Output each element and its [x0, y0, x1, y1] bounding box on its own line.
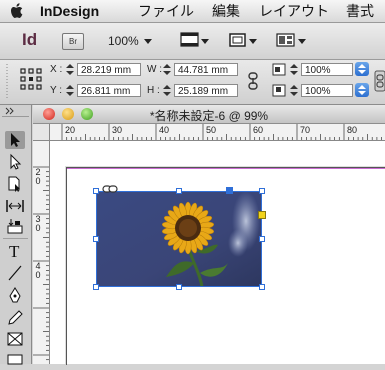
- y-position-field[interactable]: 26.811 mm: [77, 84, 141, 97]
- scale-x-dropdown-icon[interactable]: [355, 62, 369, 76]
- menu-layout[interactable]: レイアウト: [259, 2, 329, 20]
- handle-bottom-right[interactable]: [259, 284, 265, 290]
- ruler-origin[interactable]: [33, 124, 50, 141]
- indesign-logo: Id: [22, 30, 38, 49]
- screen-mode-icon[interactable]: [228, 31, 248, 49]
- handle-bottom-left[interactable]: [93, 284, 99, 290]
- direct-selection-tool-icon[interactable]: [5, 153, 25, 171]
- horizontal-ruler[interactable]: 20 30 40 50 60 70 80: [50, 124, 385, 141]
- scale-y-icon: [272, 84, 286, 97]
- control-panel: X : 28.219 mm Y : 26.811 mm W : 44.781 m…: [0, 60, 385, 105]
- vruler-label: 3 0: [35, 214, 41, 233]
- hruler-label: 40: [159, 125, 170, 135]
- handle-top-left[interactable]: [93, 188, 99, 194]
- hruler-label: 80: [347, 125, 358, 135]
- live-corner-handle[interactable]: [258, 211, 266, 219]
- pencil-tool-icon[interactable]: [5, 308, 25, 326]
- zoom-level[interactable]: 100%: [108, 34, 139, 48]
- arrange-documents-icon[interactable]: [276, 31, 296, 49]
- application-bar: Id Br 100%: [0, 23, 385, 60]
- gap-tool-icon[interactable]: [5, 197, 25, 215]
- w-stepper-icon[interactable]: [163, 63, 171, 76]
- apple-icon[interactable]: [10, 3, 24, 19]
- horizontal-ruler-ticks: [61, 124, 382, 140]
- reference-point-icon[interactable]: [20, 68, 42, 90]
- document-title: *名称未設定-6 @ 99%: [149, 109, 269, 123]
- h-stepper-icon[interactable]: [163, 84, 171, 97]
- tools-panel: T: [0, 105, 32, 365]
- document-canvas[interactable]: [50, 141, 385, 365]
- constrain-proportions-icon[interactable]: [247, 72, 259, 90]
- menu-type[interactable]: 書式: [346, 2, 374, 20]
- bridge-button[interactable]: Br: [62, 33, 84, 50]
- tools-collapse-icon[interactable]: [4, 107, 26, 115]
- x-stepper-icon[interactable]: [66, 63, 74, 76]
- rectangle-frame-tool-icon[interactable]: [5, 330, 25, 348]
- margin-guide-top: [67, 168, 385, 169]
- scale-y-dropdown-icon[interactable]: [355, 83, 369, 97]
- menu-app-name[interactable]: InDesign: [40, 2, 99, 20]
- document-title-bar: *名称未設定-6 @ 99%: [33, 105, 385, 124]
- h-label: H :: [147, 85, 160, 96]
- handle-top-center[interactable]: [176, 188, 182, 194]
- view-options-icon[interactable]: [180, 31, 200, 49]
- x-label: X :: [50, 64, 63, 75]
- type-tool-icon[interactable]: T: [5, 242, 25, 260]
- menu-bar: InDesign ファイル 編集 レイアウト 書式: [0, 0, 385, 23]
- handle-middle-left[interactable]: [93, 236, 99, 242]
- x-position-field[interactable]: 28.219 mm: [77, 63, 141, 76]
- panel-grip-icon[interactable]: [3, 62, 11, 102]
- view-options-dropdown-icon[interactable]: [201, 39, 209, 44]
- vruler-label: 2 0: [35, 167, 41, 186]
- page-tool-icon[interactable]: [5, 175, 25, 193]
- menu-edit[interactable]: 編集: [212, 2, 240, 20]
- hruler-label: 30: [112, 125, 123, 135]
- handle-bottom-center[interactable]: [176, 284, 182, 290]
- hruler-label: 20: [65, 125, 76, 135]
- selection-frame[interactable]: [96, 191, 262, 287]
- width-field[interactable]: 44.781 mm: [174, 63, 238, 76]
- selection-tool-icon[interactable]: [5, 131, 25, 149]
- rectangle-tool-icon[interactable]: [5, 352, 25, 370]
- scale-y-field[interactable]: 100%: [301, 84, 353, 97]
- zoom-dropdown-icon[interactable]: [144, 39, 152, 44]
- pen-tool-icon[interactable]: [5, 286, 25, 304]
- scale-y-stepper-icon[interactable]: [290, 84, 298, 97]
- handle-top-right[interactable]: [259, 188, 265, 194]
- link-icon[interactable]: [102, 185, 118, 194]
- content-collector-tool-icon[interactable]: [5, 217, 25, 235]
- height-field[interactable]: 25.189 mm: [174, 84, 238, 97]
- scale-x-icon: [272, 63, 286, 76]
- svg-text:T: T: [9, 242, 20, 260]
- content-grabber-handle[interactable]: [226, 187, 233, 194]
- handle-middle-right[interactable]: [259, 236, 265, 242]
- constrain-scale-icon[interactable]: [374, 70, 385, 92]
- hruler-label: 50: [206, 125, 217, 135]
- line-tool-icon[interactable]: [5, 264, 25, 282]
- vertical-ruler[interactable]: 2 0 3 0 4 0: [33, 141, 50, 364]
- hruler-label: 70: [300, 125, 311, 135]
- y-label: Y :: [50, 85, 63, 96]
- w-label: W :: [147, 64, 162, 75]
- vruler-label: 4 0: [35, 261, 41, 280]
- y-stepper-icon[interactable]: [66, 84, 74, 97]
- scale-x-field[interactable]: 100%: [301, 63, 353, 76]
- menu-file[interactable]: ファイル: [138, 2, 194, 20]
- arrange-documents-dropdown-icon[interactable]: [298, 39, 306, 44]
- hruler-label: 60: [253, 125, 264, 135]
- screen-mode-dropdown-icon[interactable]: [249, 39, 257, 44]
- scale-x-stepper-icon[interactable]: [290, 63, 298, 76]
